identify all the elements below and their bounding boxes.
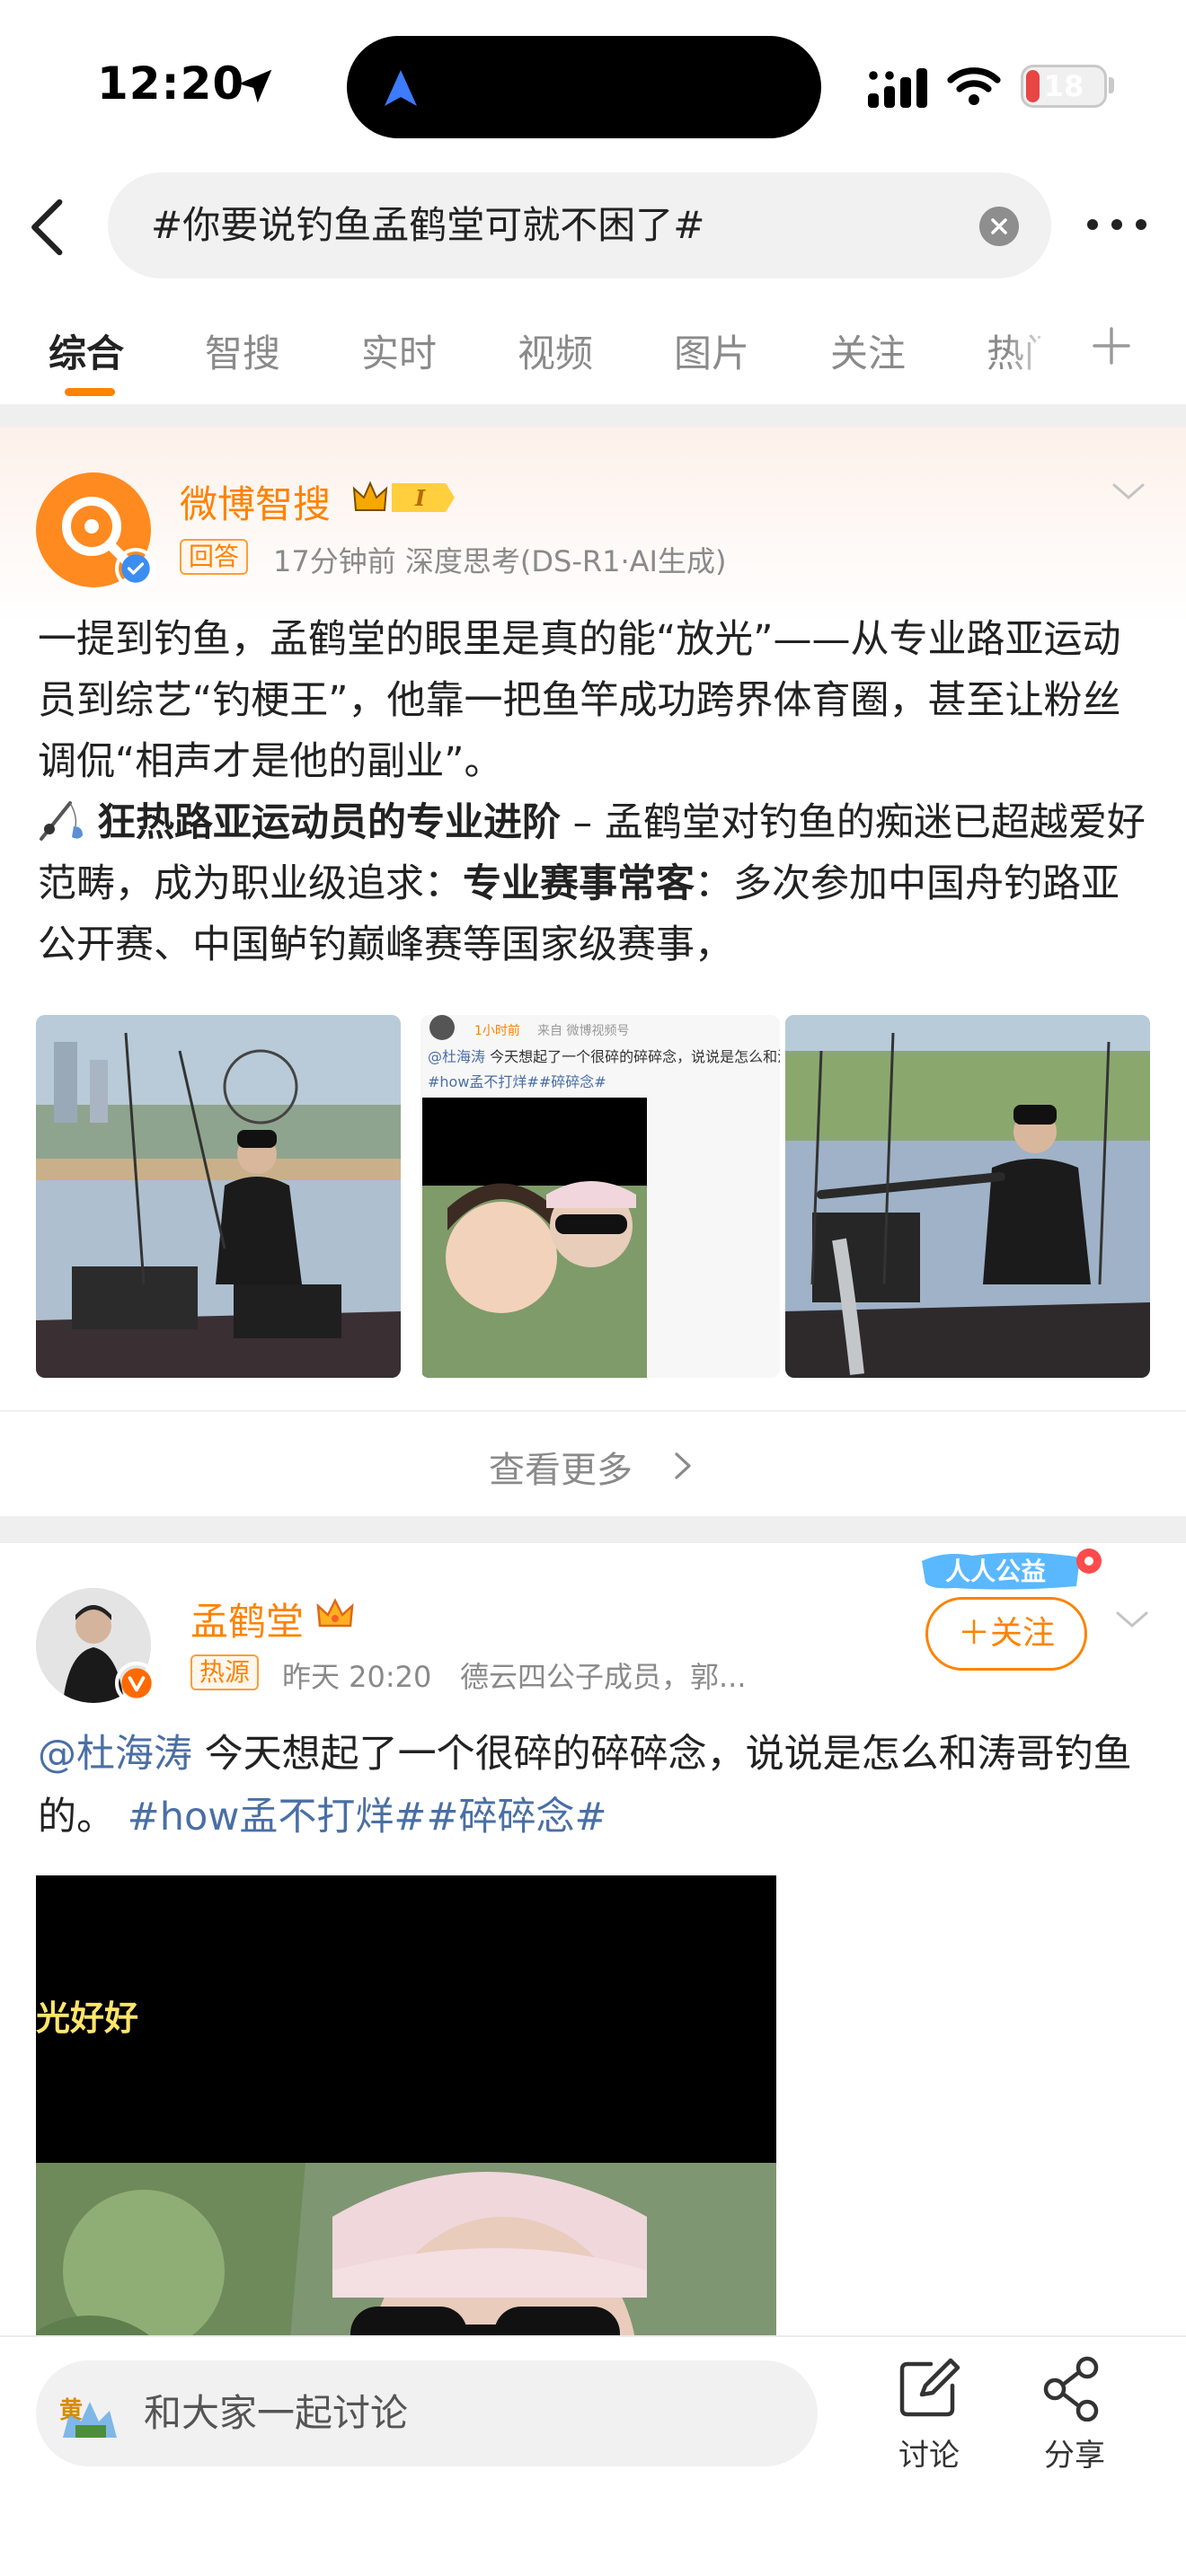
ai-author-name[interactable]: 微博智搜	[180, 474, 331, 529]
ai-para-1: 一提到钓鱼，孟鹤堂的眼里是真的能“放光”——从专业路亚运动员到综艺“钓梗王”，他…	[38, 617, 1121, 784]
tab-smart-search[interactable]: 智搜	[205, 323, 280, 378]
mention-link[interactable]: @杜海涛	[38, 1732, 192, 1777]
svg-text:@杜海涛 今天想起了一个很碎的碎碎念，说说是怎么和涛哥钓鱼的: @杜海涛 今天想起了一个很碎的碎碎念，说说是怎么和涛哥钓鱼的。	[428, 1048, 780, 1065]
screenshot-time: 1小时前	[474, 1023, 520, 1038]
charity-badge-graphic: 人人公益	[922, 1548, 1102, 1590]
battery-percent: 18	[1043, 69, 1084, 103]
chevron-right-icon	[675, 1452, 691, 1479]
plus-icon[interactable]	[1089, 323, 1134, 368]
crown-icon	[316, 1598, 354, 1628]
comment-avatar-icon: 黄	[59, 2397, 117, 2438]
chevron-down-icon[interactable]	[1111, 481, 1146, 503]
post-author-name[interactable]: 孟鹤堂	[190, 1592, 304, 1646]
screenshot-text: 今天想起了一个很碎的碎碎念，说说是怎么和涛哥钓鱼的。	[485, 1048, 780, 1065]
comment-placeholder: 和大家一起讨论	[144, 2391, 409, 2435]
post-screenshot-image: 1小时前 来自 微博视频号 @杜海涛 今天想起了一个很碎的碎碎念，说说是怎么和涛…	[420, 1015, 780, 1378]
dynamic-island	[347, 36, 821, 138]
wifi-icon	[947, 67, 1001, 105]
tab-comprehensive[interactable]: 综合	[49, 323, 124, 378]
screenshot-mention: @杜海涛	[428, 1048, 485, 1065]
status-time: 12:20	[97, 57, 245, 110]
comment-input[interactable]: 黄 和大家一起讨论	[36, 2360, 818, 2466]
fishing-photo-2[interactable]	[785, 1015, 1150, 1378]
active-tab-indicator	[65, 388, 115, 396]
share-label: 分享	[1044, 2438, 1105, 2474]
clear-icon[interactable]	[979, 207, 1019, 246]
search-input[interactable]: #你要说钓鱼孟鹤堂可就不困了#	[108, 172, 1051, 278]
signal-icon	[868, 68, 927, 108]
hot-source-tag: 热源	[190, 1654, 260, 1690]
ai-section-subheading: 专业赛事常客	[463, 861, 695, 906]
answer-tag: 回答	[180, 539, 249, 575]
fishing-rod-icon	[40, 801, 83, 841]
charity-badge[interactable]: 人人公益	[918, 1543, 1105, 1599]
tab-following[interactable]: 关注	[830, 323, 906, 378]
more-icon[interactable]	[1084, 207, 1150, 243]
fishing-photo-2-image	[785, 1015, 1150, 1378]
crown-icon: I	[352, 481, 455, 512]
tab-video[interactable]: 视频	[518, 323, 593, 378]
see-more-label: 查看更多	[489, 1450, 633, 1491]
post-time: 昨天 20:20	[282, 1660, 432, 1694]
back-button[interactable]	[22, 196, 75, 259]
discuss-button[interactable]: 讨论	[875, 2355, 983, 2499]
result-tabs: 综合 智搜 实时 视频 图片 关注 热门	[0, 305, 1186, 404]
share-icon	[1043, 2356, 1099, 2422]
location-arrow-icon	[238, 69, 272, 103]
screenshot-source: 来自 微博视频号	[537, 1023, 629, 1038]
see-more-button[interactable]: 查看更多	[0, 1410, 1186, 1516]
screenshot-tags: #how孟不打烊##碎碎念#	[428, 1073, 606, 1090]
ai-section-heading: 狂热路亚运动员的专业进阶	[97, 800, 561, 845]
tab-realtime[interactable]: 实时	[361, 323, 437, 378]
hashtag-link[interactable]: #how孟不打烊##碎碎念#	[115, 1795, 607, 1839]
video-subtitle: 光好好	[36, 1998, 139, 2038]
follow-button[interactable]: ＋关注	[925, 1597, 1087, 1671]
bottom-bar: 黄 和大家一起讨论 讨论 分享	[0, 2335, 1186, 2576]
edit-icon	[899, 2358, 960, 2417]
discuss-label: 讨论	[898, 2438, 960, 2474]
badge-level: I	[414, 485, 426, 511]
ai-answer-text[interactable]: 一提到钓鱼，孟鹤堂的眼里是真的能“放光”——从专业路亚运动员到综艺“钓梗王”，他…	[38, 609, 1152, 975]
battery-indicator: 18	[1021, 65, 1107, 108]
charity-label: 人人公益	[945, 1557, 1046, 1586]
section-divider	[0, 1516, 1186, 1543]
ai-meta: 17分钟前 深度思考(DS-R1·AI生成)	[273, 544, 727, 578]
navigation-arrow-icon	[385, 70, 417, 106]
ai-answer-card[interactable]: 微博智搜 I 回答 17分钟前 深度思考(DS-R1·AI生成) 一提到钓鱼，孟…	[0, 428, 1186, 1516]
author-description: 德云四公子成员，郭...	[460, 1660, 747, 1694]
verified-icon	[115, 548, 156, 589]
tab-images[interactable]: 图片	[674, 323, 749, 378]
post-text[interactable]: @杜海涛 今天想起了一个很碎的碎碎念，说说是怎么和涛哥钓鱼的。 #how孟不打烊…	[38, 1723, 1152, 1848]
tab-overflow-fade	[1006, 314, 1060, 395]
battery-cap	[1109, 77, 1114, 93]
weibo-post-screenshot[interactable]: 1小时前 来自 微博视频号 @杜海涛 今天想起了一个很碎的碎碎念，说说是怎么和涛…	[420, 1015, 780, 1378]
share-button[interactable]: 分享	[1021, 2355, 1128, 2499]
section-divider	[0, 404, 1186, 428]
fishing-photo-1-image	[36, 1015, 401, 1378]
chevron-down-icon[interactable]	[1114, 1610, 1150, 1631]
search-query-text: #你要说钓鱼孟鹤堂可就不困了#	[151, 203, 705, 247]
comment-avatar-text: 黄	[59, 2397, 83, 2424]
fishing-photo-1[interactable]	[36, 1015, 401, 1378]
status-bar: 12:20 18	[0, 0, 1186, 171]
verified-icon	[115, 1662, 158, 1705]
